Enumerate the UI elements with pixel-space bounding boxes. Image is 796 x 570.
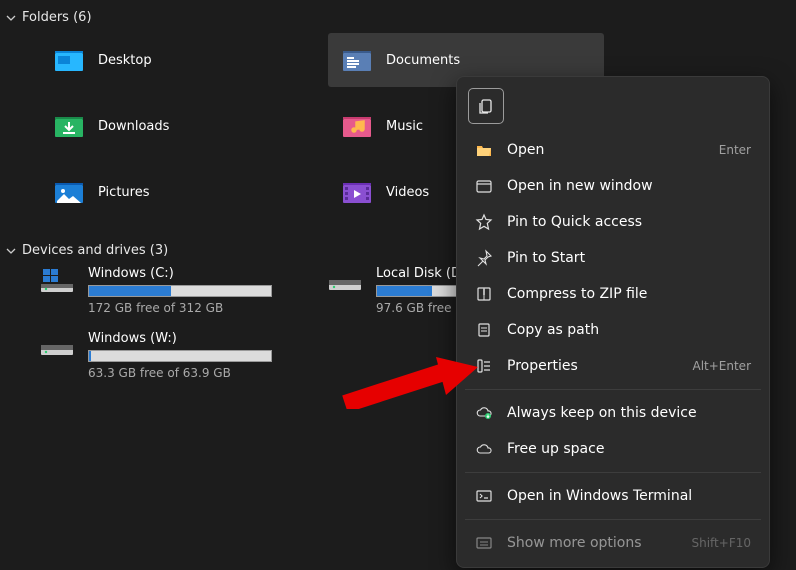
context-toprow — [463, 83, 763, 132]
ctx-label: Show more options — [507, 535, 677, 551]
chevron-down-icon — [6, 246, 16, 256]
ctx-label: Pin to Quick access — [507, 214, 751, 230]
desktop-icon — [54, 47, 84, 73]
ctx-free-space[interactable]: Free up space — [463, 431, 763, 467]
drive-name: Windows (W:) — [88, 331, 272, 346]
ctx-label: Free up space — [507, 441, 751, 457]
ctx-label: Open in Windows Terminal — [507, 488, 751, 504]
drive-usage-bar — [88, 285, 272, 297]
ctx-label: Copy as path — [507, 322, 751, 338]
ctx-properties[interactable]: Properties Alt+Enter — [463, 348, 763, 384]
ctx-pin-quick-access[interactable]: Pin to Quick access — [463, 204, 763, 240]
ctx-shortcut: Shift+F10 — [691, 536, 751, 550]
drives-label: Devices and drives (3) — [22, 243, 168, 258]
separator — [465, 519, 761, 520]
terminal-icon — [475, 487, 493, 505]
downloads-icon — [54, 113, 84, 139]
drive-icon — [328, 266, 362, 294]
folder-label: Videos — [386, 185, 429, 200]
new-window-icon — [475, 177, 493, 195]
context-menu: Open Enter Open in new window Pin to Qui… — [456, 76, 770, 568]
drive-icon — [40, 331, 74, 359]
cloud-icon — [475, 440, 493, 458]
ctx-open-terminal[interactable]: Open in Windows Terminal — [463, 478, 763, 514]
copy-icon[interactable] — [468, 88, 504, 124]
more-options-icon — [475, 534, 493, 552]
chevron-down-icon — [6, 13, 16, 23]
ctx-label: Open — [507, 142, 705, 158]
cloud-download-icon — [475, 404, 493, 422]
ctx-label: Compress to ZIP file — [507, 286, 751, 302]
drive-free: 172 GB free of 312 GB — [88, 301, 272, 315]
folder-desktop[interactable]: Desktop — [40, 33, 316, 87]
ctx-show-more[interactable]: Show more options Shift+F10 — [463, 525, 763, 561]
ctx-open[interactable]: Open Enter — [463, 132, 763, 168]
folder-label: Pictures — [98, 185, 149, 200]
open-folder-icon — [475, 141, 493, 159]
folder-label: Music — [386, 119, 423, 134]
properties-icon — [475, 357, 493, 375]
ctx-shortcut: Alt+Enter — [692, 359, 751, 373]
ctx-copy-path[interactable]: Copy as path — [463, 312, 763, 348]
folder-label: Downloads — [98, 119, 169, 134]
zip-icon — [475, 285, 493, 303]
star-icon — [475, 213, 493, 231]
separator — [465, 472, 761, 473]
ctx-compress-zip[interactable]: Compress to ZIP file — [463, 276, 763, 312]
folders-label: Folders (6) — [22, 10, 92, 25]
ctx-shortcut: Enter — [719, 143, 751, 157]
separator — [465, 389, 761, 390]
drive-free: 63.3 GB free of 63.9 GB — [88, 366, 272, 380]
folder-pictures[interactable]: Pictures — [40, 165, 316, 219]
drive-os-icon — [40, 266, 74, 294]
videos-icon — [342, 179, 372, 205]
folder-downloads[interactable]: Downloads — [40, 99, 316, 153]
music-icon — [342, 113, 372, 139]
drive-w[interactable]: Windows (W:) 63.3 GB free of 63.9 GB — [40, 331, 328, 380]
ctx-open-new-window[interactable]: Open in new window — [463, 168, 763, 204]
ctx-label: Properties — [507, 358, 678, 374]
ctx-always-keep[interactable]: Always keep on this device — [463, 395, 763, 431]
ctx-label: Open in new window — [507, 178, 751, 194]
drive-c[interactable]: Windows (C:) 172 GB free of 312 GB — [40, 266, 328, 315]
drive-name: Windows (C:) — [88, 266, 272, 281]
folder-label: Documents — [386, 53, 460, 68]
folder-label: Desktop — [98, 53, 152, 68]
ctx-pin-start[interactable]: Pin to Start — [463, 240, 763, 276]
drive-usage-bar — [88, 350, 272, 362]
ctx-label: Pin to Start — [507, 250, 751, 266]
pin-icon — [475, 249, 493, 267]
pictures-icon — [54, 179, 84, 205]
documents-icon — [342, 47, 372, 73]
ctx-label: Always keep on this device — [507, 405, 751, 421]
copy-path-icon — [475, 321, 493, 339]
folders-header[interactable]: Folders (6) — [0, 0, 796, 33]
